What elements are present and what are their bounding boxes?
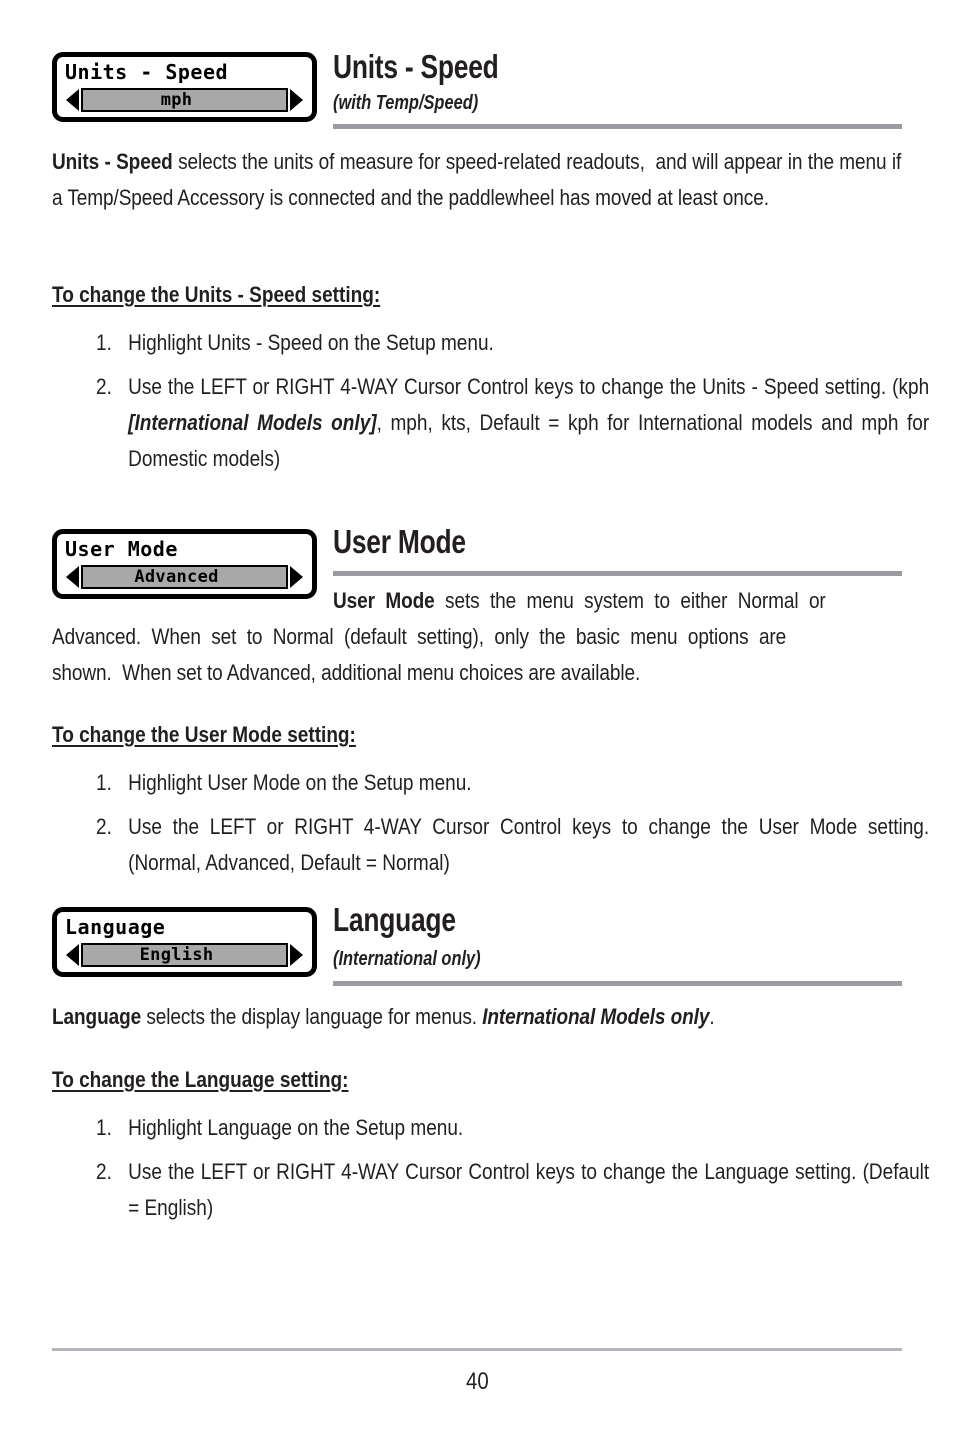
menu-box-user-mode[interactable]: User Mode Advanced — [52, 529, 317, 599]
list-item: 2. Use the LEFT or RIGHT 4-WAY Cursor Co… — [96, 809, 929, 881]
right-triangle-icon[interactable] — [290, 943, 303, 966]
steps-language: 1. Highlight Language on the Setup menu.… — [96, 1110, 929, 1226]
section-subtitle-units-speed: (with Temp/Speed) — [333, 92, 479, 114]
menu-box-label: Language — [65, 915, 166, 939]
list-number: 1. — [96, 1115, 112, 1140]
subhead-units-speed: To change the Units - Speed setting: — [52, 282, 381, 307]
list-text: Highlight Language on the Setup menu. — [128, 1115, 464, 1140]
section-heading-language: Language — [333, 901, 456, 938]
left-triangle-icon[interactable] — [66, 88, 79, 111]
menu-slider[interactable]: English — [66, 942, 303, 967]
section-heading-user-mode: User Mode — [333, 523, 466, 560]
subhead-user-mode: To change the User Mode setting: — [52, 722, 356, 747]
list-item: 1. Highlight Language on the Setup menu. — [96, 1110, 929, 1146]
list-item: 1. Highlight Units - Speed on the Setup … — [96, 325, 929, 361]
list-number: 1. — [96, 330, 112, 355]
menu-value: Advanced — [134, 566, 219, 587]
list-item: 2. Use the LEFT or RIGHT 4-WAY Cursor Co… — [96, 369, 929, 477]
page-number-value: 40 — [465, 1368, 489, 1395]
list-text: Use the LEFT or RIGHT 4-WAY Cursor Contr… — [128, 1159, 930, 1220]
section-heading-units-speed: Units - Speed — [333, 48, 499, 85]
list-item: 1. Highlight User Mode on the Setup menu… — [96, 765, 929, 801]
list-number: 1. — [96, 770, 112, 795]
list-text: Highlight User Mode on the Setup menu. — [128, 770, 472, 795]
section-body-units-speed: Units - Speed selects the units of measu… — [52, 149, 902, 210]
section-rule-user-mode — [333, 571, 902, 576]
subhead-language: To change the Language setting: — [52, 1067, 349, 1092]
page-number: 40 — [0, 1368, 954, 1396]
list-number: 2. — [96, 814, 112, 839]
left-triangle-icon[interactable] — [66, 943, 79, 966]
section-body-language: Language selects the display language fo… — [52, 1004, 715, 1029]
menu-slider[interactable]: Advanced — [66, 564, 303, 589]
menu-box-label: User Mode — [65, 537, 178, 561]
section-rule-language — [333, 981, 902, 986]
left-triangle-icon[interactable] — [66, 565, 79, 588]
right-triangle-icon[interactable] — [290, 565, 303, 588]
menu-value: mph — [160, 89, 193, 110]
list-number: 2. — [96, 1159, 112, 1184]
steps-user-mode: 1. Highlight User Mode on the Setup menu… — [96, 765, 929, 881]
menu-box-label: Units - Speed — [65, 60, 229, 84]
list-item: 2. Use the LEFT or RIGHT 4-WAY Cursor Co… — [96, 1154, 929, 1226]
list-text: Use the LEFT or RIGHT 4-WAY Cursor Contr… — [128, 814, 930, 875]
steps-units-speed: 1. Highlight Units - Speed on the Setup … — [96, 325, 929, 477]
right-triangle-icon[interactable] — [290, 88, 303, 111]
menu-value-bar[interactable]: Advanced — [81, 564, 288, 589]
manual-page: Units - Speed mph Units - Speed (with Te… — [0, 0, 954, 1431]
section-rule-units-speed — [333, 124, 902, 129]
section-body-user-mode-line1: User Mode sets the menu system to either… — [333, 588, 826, 613]
section-body-user-mode-rest: Advanced. When set to Normal (default se… — [52, 624, 787, 685]
list-number: 2. — [96, 374, 112, 399]
footer-rule — [52, 1348, 902, 1351]
list-text: Use the LEFT or RIGHT 4-WAY Cursor Contr… — [128, 374, 930, 471]
menu-value-bar[interactable]: mph — [81, 87, 288, 112]
section-subtitle-language: (International only) — [333, 948, 481, 970]
menu-value: English — [139, 944, 214, 965]
menu-box-units-speed[interactable]: Units - Speed mph — [52, 52, 317, 122]
menu-box-language[interactable]: Language English — [52, 907, 317, 977]
menu-slider[interactable]: mph — [66, 87, 303, 112]
list-text: Highlight Units - Speed on the Setup men… — [128, 330, 494, 355]
menu-value-bar[interactable]: English — [81, 942, 288, 967]
